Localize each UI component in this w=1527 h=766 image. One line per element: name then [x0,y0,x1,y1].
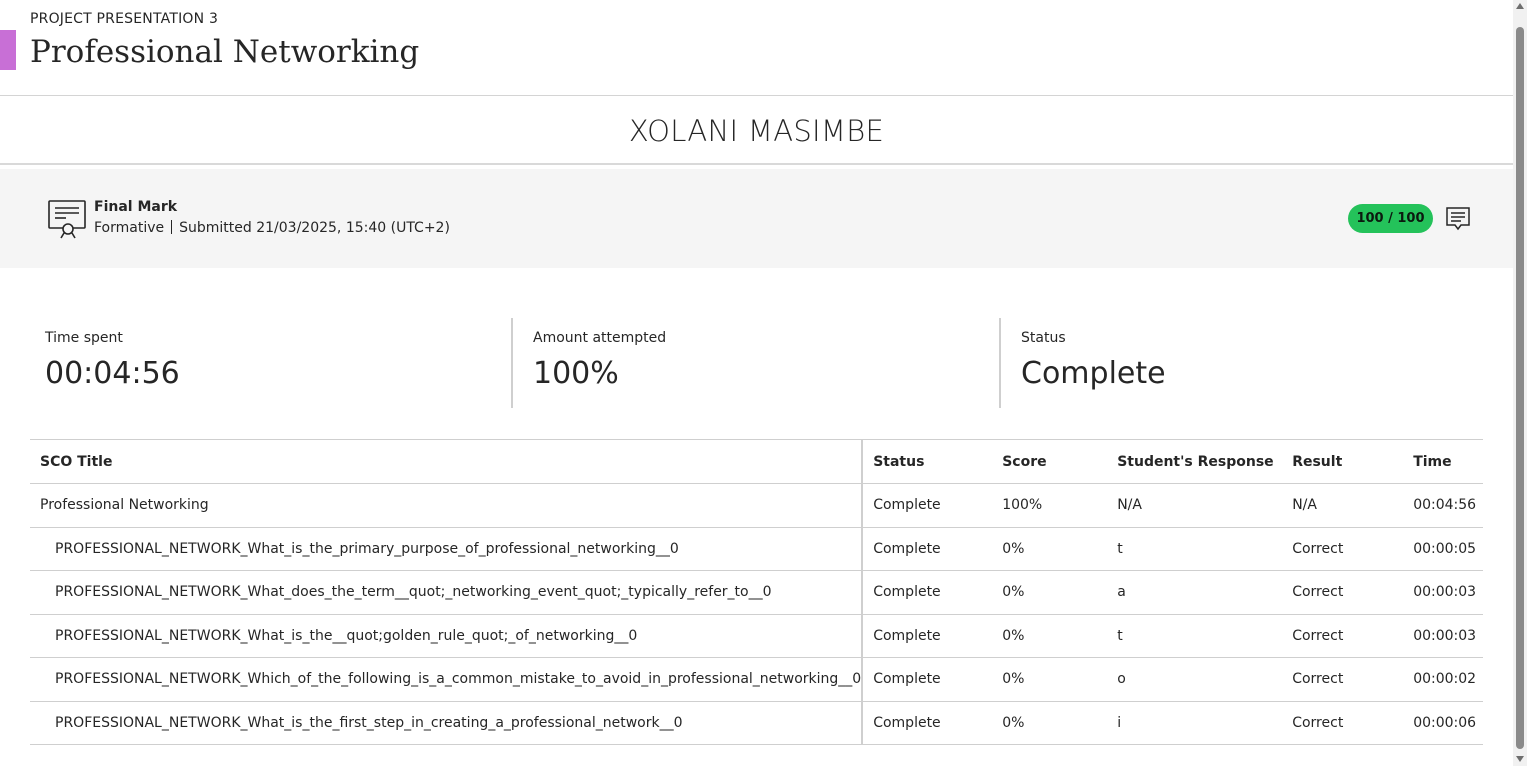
response-cell: i [1107,701,1283,745]
column-header-time[interactable]: Time [1403,439,1483,484]
page-title: Professional Networking [30,34,420,70]
score-cell: 0% [992,701,1108,745]
page-subtitle: PROJECT PRESENTATION 3 [30,11,219,27]
meta-separator [171,220,173,234]
result-cell: Correct [1282,527,1404,571]
table-header-row: SCO Title Status Score Student's Respons… [30,439,1483,484]
score-cell: 0% [992,614,1108,658]
status-cell: Complete [862,657,993,702]
response-cell: t [1107,527,1283,571]
sco-title-cell: PROFESSIONAL_NETWORK_Which_of_the_follow… [30,657,864,702]
stat-value: Complete [1021,356,1166,391]
scrollbar-thumb[interactable] [1516,27,1524,749]
attempt-stats: Time spent 00:04:56 Amount attempted 100… [30,318,1483,408]
vertical-scrollbar[interactable] [1513,0,1527,766]
score-cell: 0% [992,527,1108,571]
time-cell: 00:00:03 [1403,614,1483,658]
grade-meta: Formative Submitted 21/03/2025, 15:40 (UT… [94,220,450,236]
status-cell: Complete [862,527,993,571]
sco-table: SCO Title Status Score Student's Respons… [30,439,1483,745]
grade-type: Formative [94,220,165,236]
sco-title-cell: PROFESSIONAL_NETWORK_What_does_the_term_… [30,570,864,615]
sco-title-cell: Professional Networking [30,483,864,528]
result-cell: Correct [1282,614,1404,658]
time-cell: 00:00:03 [1403,570,1483,615]
status-cell: Complete [862,483,993,528]
status-cell: Complete [862,701,993,745]
back-button[interactable]: ‹ [0,30,16,70]
grade-title: Final Mark [94,199,178,215]
scroll-up-arrow-icon[interactable] [1516,3,1524,9]
stat-time-spent: Time spent 00:04:56 [45,318,505,408]
time-cell: 00:04:56 [1403,483,1483,528]
stat-divider [511,318,513,408]
result-cell: Correct [1282,657,1404,702]
result-cell: Correct [1282,570,1404,615]
response-cell: N/A [1107,483,1283,528]
certificate-icon [48,200,86,239]
score-cell: 100% [992,483,1108,528]
scroll-down-arrow-icon[interactable] [1516,756,1524,762]
table-row: PROFESSIONAL_NETWORK_What_is_the_primary… [30,527,1483,571]
response-cell: t [1107,614,1283,658]
page-header: PROJECT PRESENTATION 3 Professional Netw… [0,0,1513,96]
feedback-icon[interactable] [1445,206,1471,232]
response-cell: a [1107,570,1283,615]
column-header-result[interactable]: Result [1282,439,1404,484]
column-header-score[interactable]: Score [992,439,1108,484]
submitted-date: Submitted 21/03/2025, 15:40 (UTC+2) [179,220,450,236]
attempt-page: PROJECT PRESENTATION 3 Professional Netw… [0,0,1527,766]
stat-label: Amount attempted [533,330,667,346]
table-row: PROFESSIONAL_NETWORK_What_is_the_first_s… [30,701,1483,745]
student-name: XOLANI MASIMBE [0,97,1513,165]
sco-title-cell: PROFESSIONAL_NETWORK_What_is_the_primary… [30,527,864,571]
time-cell: 00:00:02 [1403,657,1483,702]
column-header-status[interactable]: Status [862,439,993,484]
stat-amount-attempted: Amount attempted 100% [533,318,993,408]
status-cell: Complete [862,570,993,615]
table-row: PROFESSIONAL_NETWORK_What_does_the_term_… [30,570,1483,615]
stat-value: 100% [533,356,619,391]
score-cell: 0% [992,570,1108,615]
score-badge[interactable]: 100 / 100 [1348,204,1433,233]
status-cell: Complete [862,614,993,658]
stat-value: 00:04:56 [45,356,180,391]
sco-title-cell: PROFESSIONAL_NETWORK_What_is_the_first_s… [30,701,864,745]
time-cell: 00:00:05 [1403,527,1483,571]
result-cell: Correct [1282,701,1404,745]
stat-label: Time spent [45,330,123,346]
time-cell: 00:00:06 [1403,701,1483,745]
stat-label: Status [1021,330,1066,346]
sco-title-cell: PROFESSIONAL_NETWORK_What_is_the__quot;g… [30,614,864,658]
table-row: Professional Networking Complete 100% N/… [30,483,1483,528]
stat-status: Status Complete [1021,318,1481,408]
stat-divider [999,318,1001,408]
grade-summary: Final Mark Formative Submitted 21/03/2025… [0,169,1513,268]
response-cell: o [1107,657,1283,702]
table-row: PROFESSIONAL_NETWORK_Which_of_the_follow… [30,657,1483,702]
column-header-response[interactable]: Student's Response [1107,439,1283,484]
score-cell: 0% [992,657,1108,702]
result-cell: N/A [1282,483,1404,528]
column-header-sco-title[interactable]: SCO Title [30,439,864,484]
table-row: PROFESSIONAL_NETWORK_What_is_the__quot;g… [30,614,1483,658]
